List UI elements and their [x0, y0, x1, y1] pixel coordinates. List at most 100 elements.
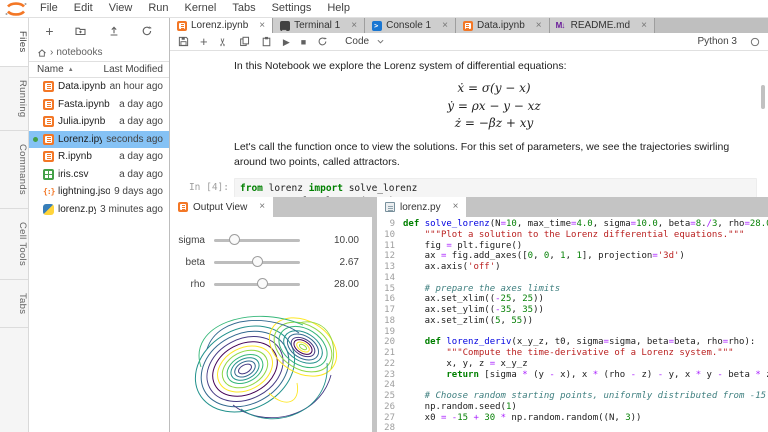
tab-lorenz-py[interactable]: lorenz.py × [377, 197, 466, 217]
menu-item-run[interactable]: Run [140, 0, 176, 17]
tab-label: README.md [571, 20, 630, 31]
new-folder-button[interactable] [74, 25, 87, 37]
editor-line: 21 """Compute the time-derivative of a L… [377, 348, 768, 359]
line-source: ax.set_xlim((-25, 25)) [403, 294, 768, 305]
file-row-julia-ipynb[interactable]: Julia.ipynba day ago [29, 113, 169, 131]
column-header-modified[interactable]: Last Modified [104, 64, 163, 75]
file-modified: seconds ago [106, 134, 163, 145]
home-icon[interactable] [37, 48, 47, 58]
line-source [403, 380, 768, 391]
close-icon[interactable]: × [351, 21, 357, 31]
breadcrumb-folder[interactable]: notebooks [56, 47, 102, 58]
menu-item-edit[interactable]: Edit [66, 0, 101, 17]
sidebar-tab-commands[interactable]: Commands [0, 131, 28, 209]
menu-item-view[interactable]: View [101, 0, 141, 17]
csv-file-icon [43, 169, 54, 180]
code-editor[interactable]: 9def solve_lorenz(N=10, max_time=4.0, si… [377, 217, 768, 432]
notebook-file-icon [43, 134, 54, 145]
file-name: Data.ipynb [58, 81, 106, 92]
file-name: Lorenz.ipynb [58, 134, 102, 145]
sidebar-tab-cell-tools[interactable]: Cell Tools [0, 209, 28, 280]
paste-cells-button[interactable] [261, 36, 272, 47]
menu-item-help[interactable]: Help [319, 0, 358, 17]
file-row-fasta-ipynb[interactable]: Fasta.ipynba day ago [29, 96, 169, 114]
line-source: def solve_lorenz(N=10, max_time=4.0, sig… [403, 219, 768, 230]
slider-rho: rho28.00 [170, 273, 372, 295]
line-source: ax = fig.add_axes([0, 0, 1, 1], projecti… [403, 251, 768, 262]
save-button[interactable] [178, 36, 189, 47]
equation-line: ẋ = σ(y − x) [234, 80, 754, 97]
slider-track[interactable] [214, 239, 300, 242]
tab-data-ipynb[interactable]: Data.ipynb× [456, 18, 550, 33]
menu-item-file[interactable]: File [32, 0, 66, 17]
kernel-name[interactable]: Python 3 [698, 36, 737, 47]
code-cell: In [4]: from lorenz import solve_lorenz … [170, 178, 768, 197]
tab-readme-md[interactable]: README.md × [550, 18, 655, 33]
tab-terminal-1[interactable]: Terminal 1× [273, 18, 365, 33]
file-modified: an hour ago [110, 81, 163, 92]
activity-bar: FilesRunningCommandsCell ToolsTabs [0, 18, 29, 432]
terminal-icon [280, 21, 290, 31]
menu-item-kernel[interactable]: Kernel [177, 0, 225, 17]
stop-kernel-button[interactable]: ■ [301, 37, 306, 47]
editor-line: 13 ax.axis('off') [377, 262, 768, 273]
cell-code-editor[interactable]: from lorenz import solve_lorenz t, x_t =… [234, 178, 757, 197]
file-modified: 3 minutes ago [100, 204, 163, 215]
close-icon[interactable]: × [641, 21, 647, 31]
tab-lorenz-ipynb[interactable]: Lorenz.ipynb × [170, 18, 273, 33]
line-number: 10 [377, 230, 403, 241]
close-icon[interactable]: × [442, 21, 448, 31]
restart-kernel-button[interactable] [317, 36, 328, 47]
editor-line: 17 ax.set_ylim((-35, 35)) [377, 305, 768, 316]
file-name: Fasta.ipynb [58, 99, 115, 110]
notebook-document[interactable]: In this Notebook we explore the Lorenz s… [170, 51, 768, 197]
sidebar-tab-tabs[interactable]: Tabs [0, 280, 28, 328]
file-row-data-ipynb[interactable]: Data.ipynb an hour ago [29, 78, 169, 96]
notebook-scrollbar-thumb[interactable] [761, 85, 765, 109]
sidebar-tab-files[interactable]: Files [0, 18, 28, 67]
kernel-status-icon[interactable] [750, 37, 760, 47]
slider-track[interactable] [214, 261, 300, 264]
markdown-icon [557, 21, 567, 31]
copy-cells-button[interactable] [239, 36, 250, 47]
line-source: ax.set_ylim((-35, 35)) [403, 305, 768, 316]
file-row-lorenz-ipynb[interactable]: Lorenz.ipynb seconds ago [29, 131, 169, 149]
refresh-button[interactable] [141, 25, 153, 37]
tab-output-view[interactable]: Output View × [170, 197, 273, 217]
line-number: 12 [377, 251, 403, 262]
file-row-lightning-json[interactable]: lightning.json9 days ago [29, 183, 169, 201]
main-tab-bar: Lorenz.ipynb×Terminal 1×Console 1×Data.i… [170, 18, 768, 33]
slider-track[interactable] [214, 283, 300, 286]
output-view-panel: Output View × sigma10.00beta2.67rho28.00 [170, 197, 372, 432]
slider-handle[interactable] [252, 256, 263, 267]
upload-button[interactable] [108, 25, 120, 37]
menu-item-settings[interactable]: Settings [264, 0, 320, 17]
line-source: def lorenz_deriv(x_y_z, t0, sigma=sigma,… [403, 337, 768, 348]
tab-label: Lorenz.ipynb [191, 20, 248, 31]
line-number: 15 [377, 284, 403, 295]
line-number: 22 [377, 359, 403, 370]
line-source: ax.set_zlim((5, 55)) [403, 316, 768, 327]
file-row-r-ipynb[interactable]: R.ipynba day ago [29, 148, 169, 166]
new-launcher-button[interactable]: + [45, 25, 53, 37]
slider-handle[interactable] [257, 278, 268, 289]
file-icon [385, 202, 395, 212]
close-icon[interactable]: × [536, 21, 542, 31]
close-icon[interactable]: × [259, 202, 265, 212]
close-icon[interactable]: × [453, 202, 459, 212]
cut-cells-button[interactable]: ✂ [218, 37, 228, 46]
file-browser: + › notebooks Name ▲ L [29, 18, 170, 432]
sidebar-tab-running[interactable]: Running [0, 67, 28, 132]
menu-item-tabs[interactable]: Tabs [224, 0, 263, 17]
run-cell-button[interactable]: ▶ [283, 37, 290, 47]
add-cell-button[interactable]: + [200, 36, 208, 48]
column-header-name[interactable]: Name ▲ [37, 64, 104, 75]
cell-type-dropdown[interactable]: Code [345, 36, 385, 47]
slider-handle[interactable] [229, 234, 240, 245]
line-number: 21 [377, 348, 403, 359]
file-list-header: Name ▲ Last Modified [29, 61, 169, 78]
tab-console-1[interactable]: Console 1× [365, 18, 456, 33]
file-row-iris-csv[interactable]: iris.csva day ago [29, 166, 169, 184]
file-row-lorenz-py[interactable]: lorenz.py3 minutes ago [29, 201, 169, 219]
close-icon[interactable]: × [259, 21, 265, 31]
